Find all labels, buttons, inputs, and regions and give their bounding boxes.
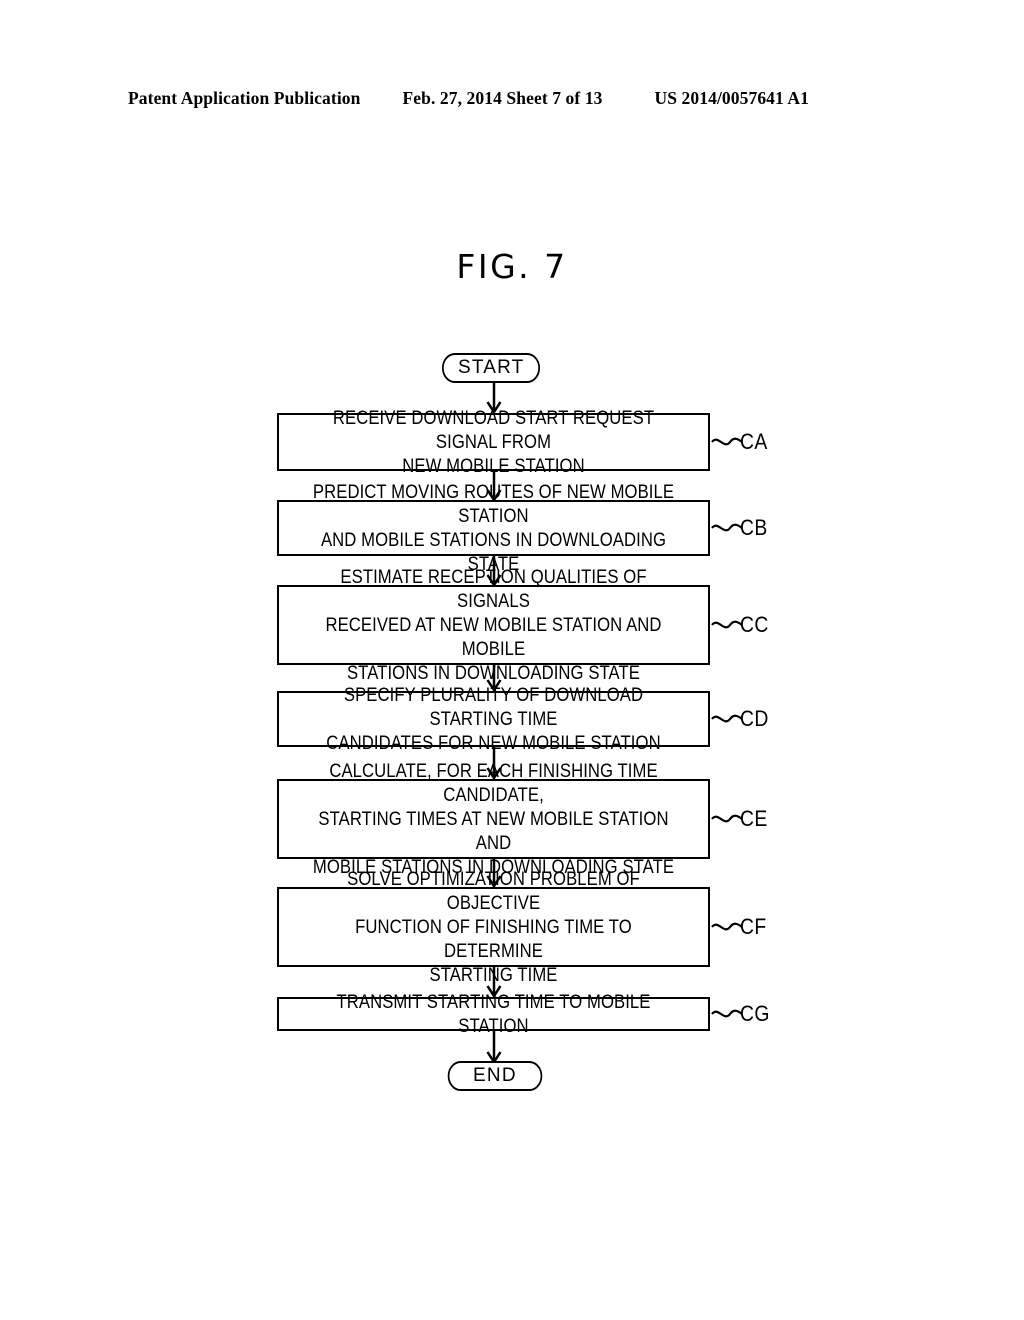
- flow-node-cd-label: SPECIFY PLURALITY OF DOWNLOAD STARTING T…: [326, 684, 661, 754]
- flow-node-start: START: [441, 353, 541, 383]
- flow-ref-label-cb: CB: [740, 515, 768, 540]
- flow-ref-label-ce: CE: [740, 806, 768, 831]
- flow-node-ca: RECEIVE DOWNLOAD START REQUEST SIGNAL FR…: [277, 407, 710, 477]
- flow-node-cg: TRANSMIT STARTING TIME TO MOBILE STATION: [277, 991, 710, 1037]
- flow-ref-label-cg: CG: [740, 1001, 770, 1026]
- flow-node-ca-label: RECEIVE DOWNLOAD START REQUEST SIGNAL FR…: [332, 407, 655, 477]
- flow-node-start-label: START: [457, 357, 525, 378]
- flow-ref-label-cd: CD: [740, 706, 769, 731]
- flowchart-diagram: START RECEIVE DOWNLOAD START REQUEST SIG…: [0, 0, 1024, 1320]
- flow-arrow-cg-to-end: [486, 1031, 502, 1063]
- flow-node-cb: PREDICT MOVING ROUTES OF NEW MOBILE STAT…: [277, 481, 710, 575]
- flow-node-cd: SPECIFY PLURALITY OF DOWNLOAD STARTING T…: [277, 684, 710, 754]
- flow-node-end-label: END: [473, 1065, 517, 1086]
- flow-ref-label-cc: CC: [740, 612, 769, 637]
- flow-node-ce: CALCULATE, FOR EACH FINISHING TIME CANDI…: [277, 760, 710, 878]
- flow-ref-label-ca: CA: [740, 429, 768, 454]
- flow-node-end: END: [447, 1061, 543, 1091]
- flow-node-cc: ESTIMATE RECEPTION QUALITIES OF SIGNALS …: [277, 566, 710, 684]
- flow-node-cf: SOLVE OPTIMIZATION PROBLEM OF OBJECTIVE …: [277, 868, 710, 986]
- flow-ref-label-cf: CF: [740, 914, 767, 939]
